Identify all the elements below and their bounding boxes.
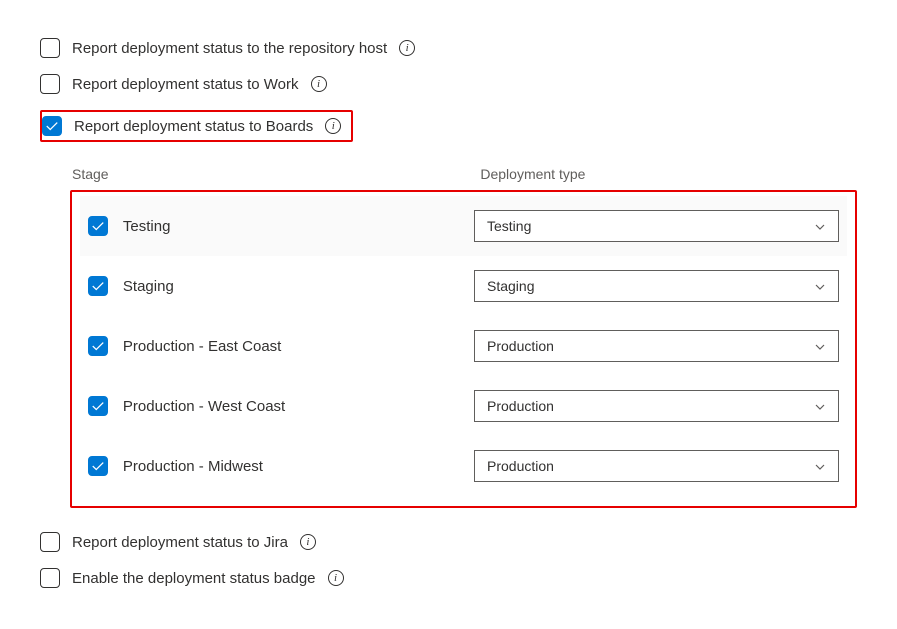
stages-table: Stage Deployment type Testing Testing — [70, 166, 857, 508]
option-badge: Enable the deployment status badge i — [40, 560, 857, 596]
checkbox-stage-prod-east[interactable] — [88, 336, 108, 356]
info-icon[interactable]: i — [311, 76, 327, 92]
info-icon[interactable]: i — [399, 40, 415, 56]
checkbox-stage-prod-midwest[interactable] — [88, 456, 108, 476]
chevron-down-icon — [814, 460, 826, 472]
stage-name: Testing — [123, 218, 474, 235]
select-value: Testing — [487, 218, 531, 234]
checkbox-stage-prod-west[interactable] — [88, 396, 108, 416]
table-row: Staging Staging — [80, 256, 847, 316]
select-deployment-type-testing[interactable]: Testing — [474, 210, 839, 242]
check-icon — [91, 459, 105, 473]
option-label-boards: Report deployment status to Boards — [74, 118, 313, 135]
table-row: Testing Testing — [80, 196, 847, 256]
checkbox-work[interactable] — [40, 74, 60, 94]
chevron-down-icon — [814, 280, 826, 292]
check-icon — [91, 339, 105, 353]
check-icon — [91, 399, 105, 413]
check-icon — [91, 279, 105, 293]
option-label-badge: Enable the deployment status badge — [72, 570, 316, 587]
table-row: Production - East Coast Production — [80, 316, 847, 376]
check-icon — [45, 119, 59, 133]
option-label-work: Report deployment status to Work — [72, 76, 299, 93]
option-work: Report deployment status to Work i — [40, 66, 857, 102]
option-jira: Report deployment status to Jira i — [40, 524, 857, 560]
highlight-table: Testing Testing Staging Staging — [70, 190, 857, 508]
info-icon[interactable]: i — [328, 570, 344, 586]
stage-name: Production - West Coast — [123, 398, 474, 415]
option-label-repository-host: Report deployment status to the reposito… — [72, 40, 387, 57]
chevron-down-icon — [814, 400, 826, 412]
checkbox-jira[interactable] — [40, 532, 60, 552]
stage-name: Staging — [123, 278, 474, 295]
checkbox-badge[interactable] — [40, 568, 60, 588]
stage-name: Production - East Coast — [123, 338, 474, 355]
select-deployment-type-prod-midwest[interactable]: Production — [474, 450, 839, 482]
check-icon — [91, 219, 105, 233]
checkbox-repository-host[interactable] — [40, 38, 60, 58]
table-header-row: Stage Deployment type — [70, 166, 857, 190]
select-deployment-type-prod-east[interactable]: Production — [474, 330, 839, 362]
stage-name: Production - Midwest — [123, 458, 474, 475]
chevron-down-icon — [814, 220, 826, 232]
select-value: Production — [487, 338, 554, 354]
table-row: Production - Midwest Production — [80, 436, 847, 496]
select-deployment-type-staging[interactable]: Staging — [474, 270, 839, 302]
table-row: Production - West Coast Production — [80, 376, 847, 436]
option-repository-host: Report deployment status to the reposito… — [40, 30, 857, 66]
select-value: Production — [487, 458, 554, 474]
info-icon[interactable]: i — [325, 118, 341, 134]
th-deployment-type: Deployment type — [480, 166, 857, 182]
chevron-down-icon — [814, 340, 826, 352]
checkbox-stage-testing[interactable] — [88, 216, 108, 236]
select-deployment-type-prod-west[interactable]: Production — [474, 390, 839, 422]
select-value: Staging — [487, 278, 534, 294]
option-label-jira: Report deployment status to Jira — [72, 534, 288, 551]
checkbox-boards[interactable] — [42, 116, 62, 136]
info-icon[interactable]: i — [300, 534, 316, 550]
select-value: Production — [487, 398, 554, 414]
option-boards-wrapper: Report deployment status to Boards i — [40, 102, 857, 150]
th-stage: Stage — [70, 166, 480, 182]
highlight-boards: Report deployment status to Boards i — [40, 110, 353, 142]
checkbox-stage-staging[interactable] — [88, 276, 108, 296]
